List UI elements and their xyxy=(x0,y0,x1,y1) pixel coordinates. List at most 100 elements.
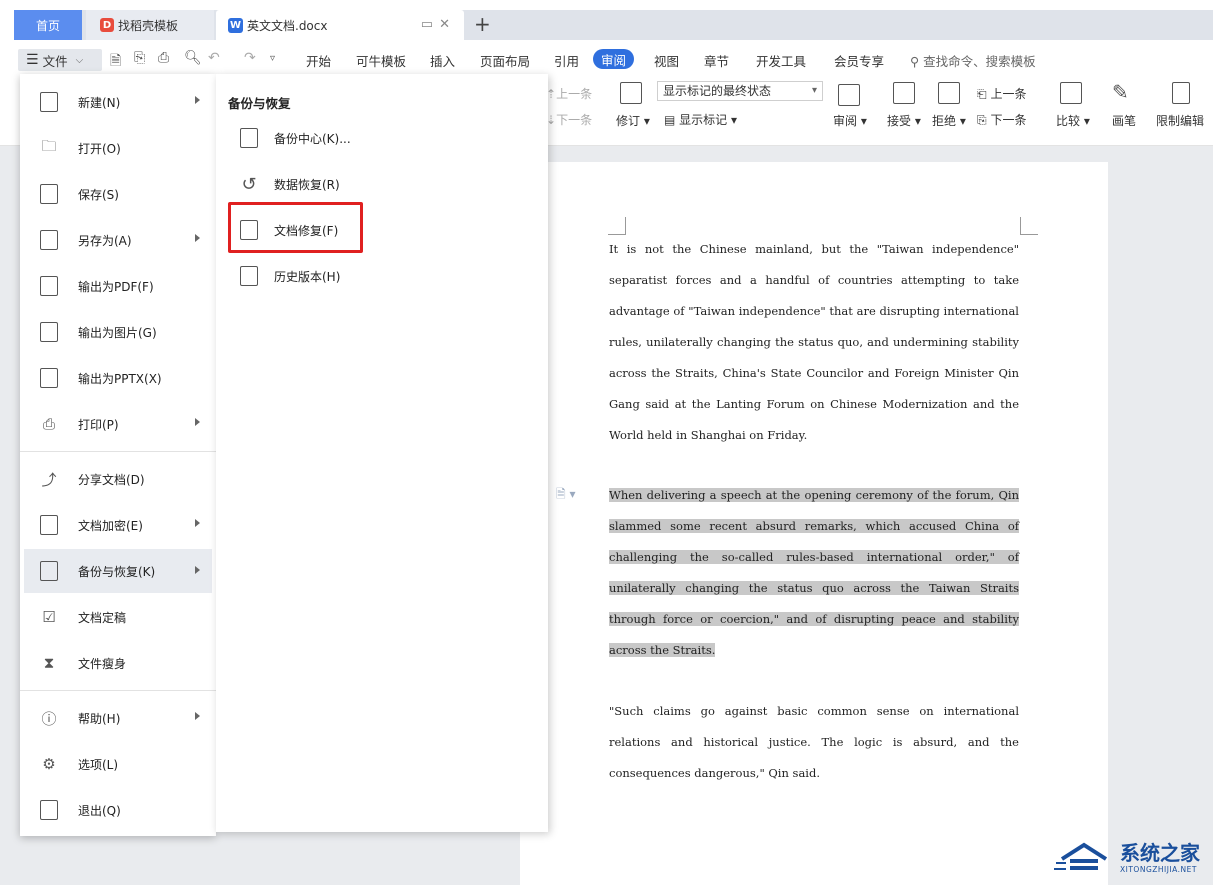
menu-reference[interactable]: 引用 xyxy=(554,51,579,70)
file-menu-options-label: 选项(L) xyxy=(78,757,119,772)
submenu-history[interactable]: 历史版本(H) xyxy=(238,258,538,294)
close-icon[interactable]: ✕ xyxy=(439,17,456,32)
track-changes-icon[interactable] xyxy=(620,82,642,104)
file-menu-encrypt[interactable]: 文档加密(E) xyxy=(24,505,212,545)
help-icon: ⓘ xyxy=(41,709,57,728)
file-menu: 新建(N) 🗀 打开(O) 保存(S) 另存为(A) 输出为PDF(F) 输出为… xyxy=(20,74,216,836)
file-menu-finalize[interactable]: ☑ 文档定稿 xyxy=(24,597,212,637)
file-menu-backup[interactable]: 备份与恢复(K) xyxy=(24,549,212,593)
submenu-data-recovery[interactable]: ↺ 数据恢复(R) xyxy=(238,166,538,202)
markup-state-select[interactable]: 显示标记的最终状态 ▾ xyxy=(657,81,823,101)
search-icon: ⚲ xyxy=(910,54,920,69)
accept-icon[interactable] xyxy=(893,82,915,104)
chevron-down-icon: ⌵ xyxy=(75,54,84,66)
file-menu-new[interactable]: 新建(N) xyxy=(24,82,212,122)
file-menu-open[interactable]: 🗀 打开(O) xyxy=(24,128,212,168)
paragraph-tool-icon[interactable]: 🗎 ▾ xyxy=(556,485,576,506)
next-change-icon: ⎘ xyxy=(977,113,987,127)
tab-document[interactable]: W 英文文档.docx ▭✕ xyxy=(216,10,464,40)
lock-icon[interactable] xyxy=(1172,82,1190,104)
tab-template[interactable]: D 找稻壳模板 xyxy=(86,10,214,40)
file-menu-print[interactable]: ⎙ 打印(P) xyxy=(24,404,212,444)
menu-start[interactable]: 开始 xyxy=(306,51,331,70)
add-tab-icon[interactable]: + xyxy=(474,12,491,36)
chevron-down-icon: ▾ xyxy=(811,85,817,96)
menu-page-layout[interactable]: 页面布局 xyxy=(480,51,530,70)
compare-icon[interactable] xyxy=(1060,82,1082,104)
menu-section[interactable]: 章节 xyxy=(704,51,729,70)
file-menu-slim[interactable]: ⧗ 文件瘦身 xyxy=(24,643,212,683)
file-menu-share-label: 分享文档(D) xyxy=(78,472,145,487)
file-menu-export-image-label: 输出为图片(G) xyxy=(78,325,157,340)
show-markup-button[interactable]: ▤ 显示标记 ▾ xyxy=(664,111,737,128)
command-search[interactable]: ⚲ 查找命令、搜索模板 xyxy=(910,51,1036,70)
menu-member[interactable]: 会员专享 xyxy=(834,51,884,70)
exit-icon xyxy=(38,799,60,821)
paragraph-1[interactable]: It is not the Chinese mainland, but the … xyxy=(609,234,1019,451)
new-icon xyxy=(38,91,60,113)
file-menu-print-label: 打印(P) xyxy=(78,417,119,432)
prev-comment-button[interactable]: ⇡上一条 xyxy=(546,85,592,102)
prev-change-label: 上一条 xyxy=(990,87,1027,101)
reject-icon[interactable] xyxy=(938,82,960,104)
paragraph-2-selected[interactable]: When delivering a speech at the opening … xyxy=(609,480,1019,666)
file-menu-backup-label: 备份与恢复(K) xyxy=(78,564,156,579)
tab-template-label: 找稻壳模板 xyxy=(118,18,179,33)
submenu-backup-center-label: 备份中心(K)... xyxy=(274,131,351,146)
compare-button[interactable]: 比较 ▾ xyxy=(1056,112,1090,129)
file-menu-save[interactable]: 保存(S) xyxy=(24,174,212,214)
menu-view[interactable]: 视图 xyxy=(654,51,679,70)
paragraph-3[interactable]: "Such claims go against basic common sen… xyxy=(609,696,1019,789)
menu-template[interactable]: 可牛模板 xyxy=(356,51,406,70)
submenu-data-recovery-label: 数据恢复(R) xyxy=(274,177,340,192)
review-pane-button[interactable]: 审阅 ▾ xyxy=(833,112,867,129)
next-comment-button[interactable]: ⇣下一条 xyxy=(546,111,592,128)
track-changes-button[interactable]: 修订 ▾ xyxy=(616,112,650,129)
file-menu-export-pdf[interactable]: 输出为PDF(F) xyxy=(24,266,212,306)
file-menu-share[interactable]: ⤴ 分享文档(D) xyxy=(24,459,212,499)
margin-mark-left xyxy=(608,217,626,235)
reject-button[interactable]: 拒绝 ▾ xyxy=(932,112,966,129)
file-menu-exit[interactable]: 退出(Q) xyxy=(24,790,212,830)
file-menu-export-pptx[interactable]: 输出为PPTX(X) xyxy=(24,358,212,398)
file-menu-options[interactable]: ⚙ 选项(L) xyxy=(24,744,212,784)
file-menu-help-label: 帮助(H) xyxy=(78,711,121,726)
print-preview-icon[interactable]: 🔍︎ xyxy=(184,50,202,66)
prev-change-button[interactable]: ⎗ 上一条 xyxy=(977,85,1026,102)
export-pdf-icon[interactable]: ⎘ xyxy=(134,50,145,66)
pdf-icon xyxy=(38,275,60,297)
customize-toolbar-icon[interactable]: ▿ xyxy=(270,53,275,64)
watermark-title: 系统之家 xyxy=(1120,841,1200,865)
folder-icon: 🗀 xyxy=(41,136,57,155)
undo-icon[interactable]: ↶ xyxy=(208,50,220,66)
tab-home[interactable]: 首页 xyxy=(14,10,82,40)
pptx-icon xyxy=(38,367,60,389)
review-pane-icon[interactable] xyxy=(838,84,860,106)
finalize-icon: ☑ xyxy=(42,608,56,626)
document-page[interactable]: It is not the Chinese mainland, but the … xyxy=(520,162,1108,885)
file-menu-slim-label: 文件瘦身 xyxy=(78,656,127,671)
writer-logo-icon: W xyxy=(228,17,243,33)
file-menu-export-pptx-label: 输出为PPTX(X) xyxy=(78,371,162,386)
redo-icon[interactable]: ↷ xyxy=(244,50,256,66)
chevron-right-icon xyxy=(195,418,200,426)
save-icon[interactable]: 🗎 xyxy=(110,50,121,74)
menu-review[interactable]: 审阅 xyxy=(593,49,634,69)
file-menu-button[interactable]: ☰ 文件 ⌵ xyxy=(18,49,102,71)
submenu-backup-center[interactable]: 备份中心(K)... xyxy=(238,120,538,156)
encrypt-icon xyxy=(38,514,60,536)
file-menu-help[interactable]: ⓘ 帮助(H) xyxy=(24,698,212,738)
file-menu-save-as[interactable]: 另存为(A) xyxy=(24,220,212,260)
next-change-button[interactable]: ⎘ 下一条 xyxy=(977,111,1026,128)
print-icon[interactable]: ⎙ xyxy=(158,50,169,66)
file-menu-export-image[interactable]: 输出为图片(G) xyxy=(24,312,212,352)
menu-insert[interactable]: 插入 xyxy=(430,51,455,70)
window-icon[interactable]: ▭ xyxy=(421,17,439,32)
accept-button[interactable]: 接受 ▾ xyxy=(887,112,921,129)
pen-button[interactable]: 画笔 xyxy=(1112,112,1136,129)
print-icon: ⎙ xyxy=(42,415,55,433)
menu-developer[interactable]: 开发工具 xyxy=(756,51,806,70)
pen-icon[interactable]: ✎ xyxy=(1112,80,1129,104)
chevron-right-icon xyxy=(195,519,200,527)
restrict-edit-button[interactable]: 限制编辑 xyxy=(1156,112,1204,129)
